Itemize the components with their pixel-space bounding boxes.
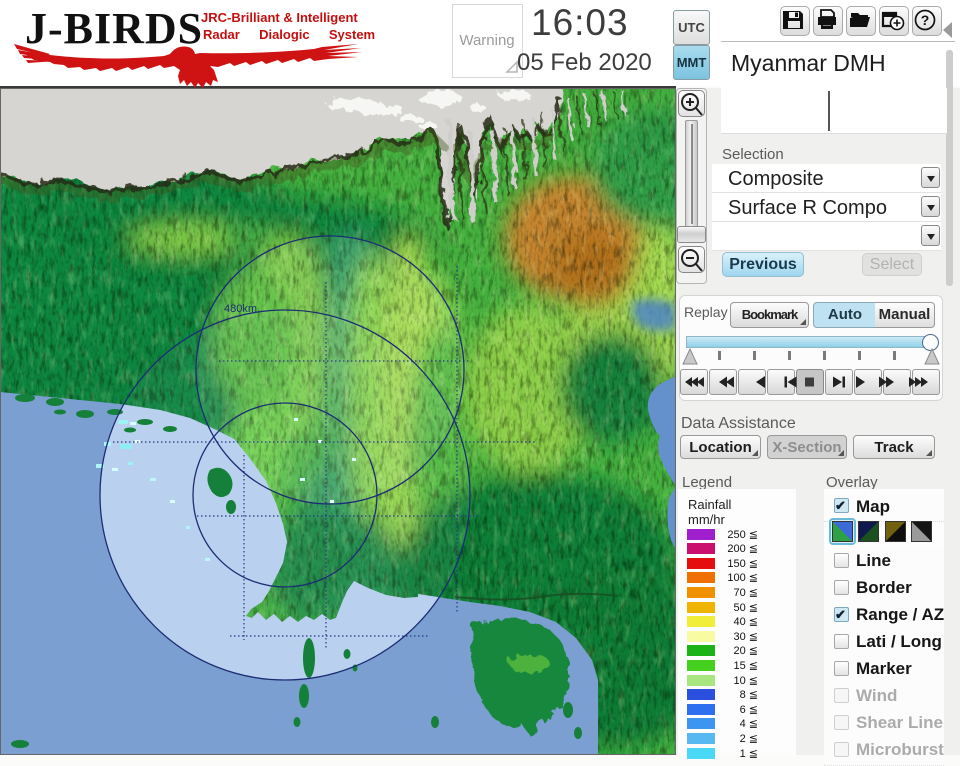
svg-text:?: ?	[921, 12, 930, 28]
svg-text:480km: 480km	[224, 303, 257, 315]
